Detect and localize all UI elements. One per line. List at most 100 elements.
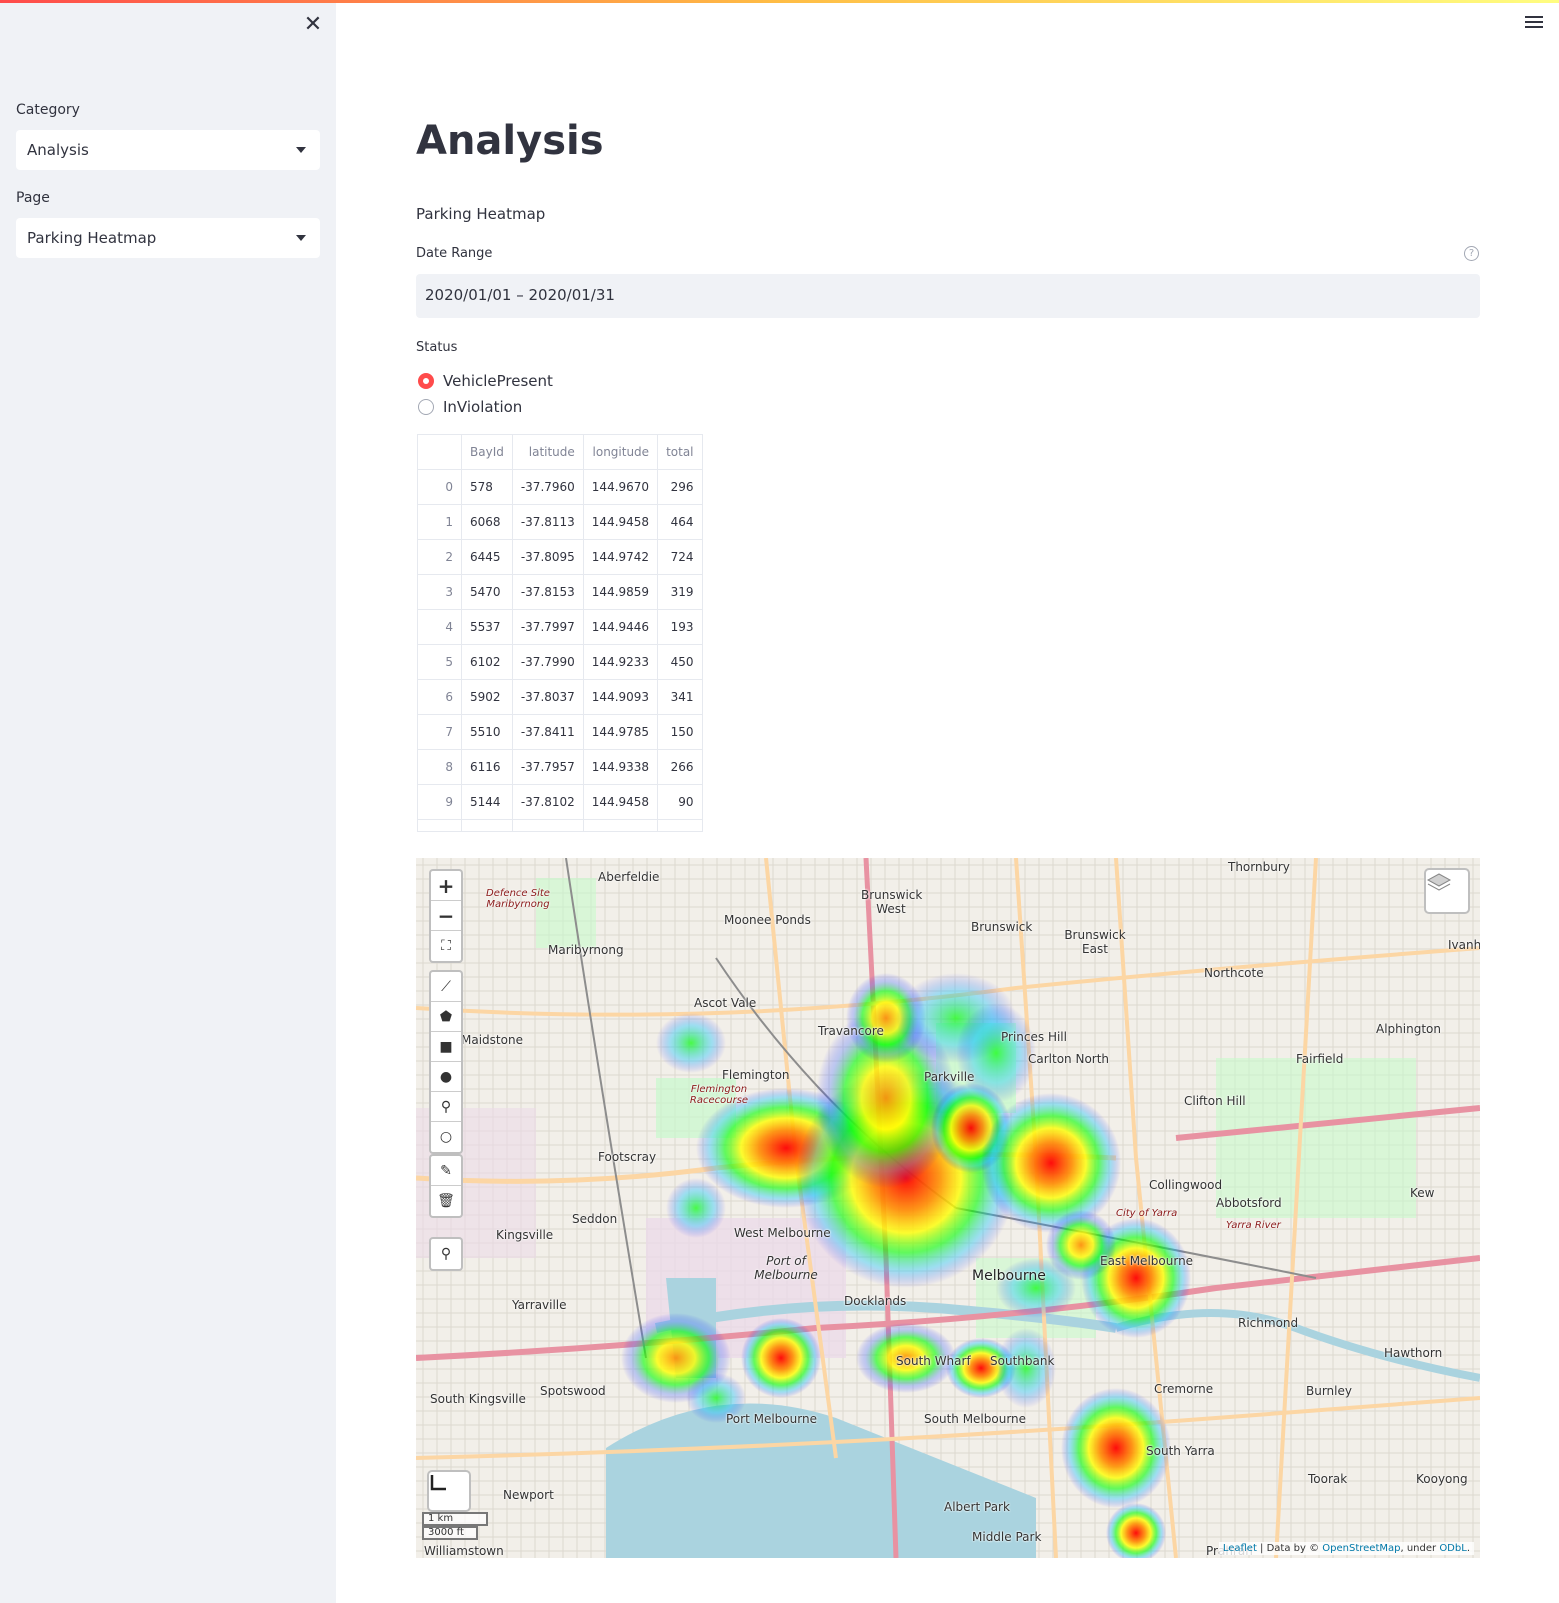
column-header[interactable]: longitude [582,434,659,470]
table-cell[interactable]: -37.8153 [511,574,584,610]
table-cell[interactable]: 150 [657,714,703,750]
table-cell[interactable]: 144.9446 [582,609,659,645]
table-cell[interactable]: 144.9338 [582,749,659,785]
draw-toolbar: ⟋ ⬟ ■ ● ⚲ ○ [429,970,463,1154]
place-label: Travancore [818,1024,884,1038]
table-cell[interactable]: 6445 [461,539,513,575]
row-index[interactable]: 2 [417,539,462,575]
table-row: 0 578 -37.7960 144.9670 296 [417,469,703,505]
table-cell[interactable]: -37.7957 [511,749,584,785]
table-cell[interactable]: 144.9670 [582,469,659,505]
row-index[interactable]: 4 [417,609,462,645]
table-cell[interactable]: 144.9233 [582,644,659,680]
table-cell[interactable]: 144.9093 [582,679,659,715]
edit-layers-icon[interactable]: ✎ [431,1156,461,1186]
table-cell[interactable]: 5537 [461,609,513,645]
page-select-value: Parking Heatmap [27,229,157,247]
row-index[interactable]: 6 [417,679,462,715]
table-cell[interactable]: 6068 [461,504,513,540]
table-cell[interactable]: 5510 [461,714,513,750]
table-cell[interactable]: 144.9742 [582,539,659,575]
draw-polygon-icon[interactable]: ⬟ [431,1002,461,1032]
table-cell[interactable]: 578 [461,469,513,505]
odbl-link[interactable]: ODbL [1439,1543,1467,1554]
zoom-out-button[interactable]: − [431,901,461,931]
place-label: Parkville [924,1070,975,1084]
table-cell[interactable]: 450 [657,644,703,680]
table-cell[interactable]: -37.7997 [511,609,584,645]
column-header[interactable]: total [657,434,703,470]
table-cell[interactable]: 144.9785 [582,714,659,750]
table-cell[interactable]: -37.7990 [511,644,584,680]
table-cell[interactable]: 464 [657,504,703,540]
table-cell[interactable]: -37.8037 [511,679,584,715]
table-cell[interactable]: 341 [657,679,703,715]
table-cell[interactable]: 724 [657,539,703,575]
place-label: Docklands [844,1294,907,1308]
table-cell[interactable]: 5144 [461,784,513,820]
table-cell[interactable]: -37.7960 [511,469,584,505]
draw-circlemarker-icon[interactable]: ○ [431,1122,461,1152]
row-index[interactable]: 0 [417,469,462,505]
row-index[interactable]: 5 [417,644,462,680]
index-header[interactable] [417,434,462,470]
table-cell [582,819,659,832]
help-icon[interactable]: ? [1464,246,1479,261]
table-cell[interactable]: 5470 [461,574,513,610]
table-cell[interactable]: -37.8411 [511,714,584,750]
table-cell[interactable]: 6102 [461,644,513,680]
leaflet-link[interactable]: Leaflet [1223,1543,1257,1554]
draw-polyline-icon[interactable]: ⟋ [431,972,461,1002]
table-cell[interactable]: 144.9458 [582,504,659,540]
table-cell[interactable]: 90 [657,784,703,820]
draw-circle-icon[interactable]: ● [431,1062,461,1092]
table-cell [657,819,703,832]
row-index[interactable]: 7 [417,714,462,750]
fullscreen-icon[interactable]: ⛶ [431,931,461,961]
table-cell[interactable]: -37.8095 [511,539,584,575]
place-label: Fairfield [1296,1052,1344,1066]
row-index[interactable]: 1 [417,504,462,540]
date-range-input[interactable]: 2020/01/01 – 2020/01/31 [416,274,1480,318]
draw-rectangle-icon[interactable]: ■ [431,1032,461,1062]
radio-vehicle-present[interactable]: VehiclePresent [418,372,553,390]
category-label: Category [16,102,80,118]
measure-icon[interactable] [427,1470,471,1512]
row-index[interactable]: 9 [417,784,462,820]
layers-icon[interactable] [1424,868,1470,914]
draw-marker-icon[interactable]: ⚲ [431,1092,461,1122]
data-table[interactable]: BayId latitude longitude total 0 578 -37.7960… [417,434,703,832]
place-label: South Kingsville [430,1392,526,1406]
table-cell[interactable]: 296 [657,469,703,505]
place-label: Kingsville [496,1228,554,1242]
osm-link[interactable]: OpenStreetMap [1322,1543,1400,1554]
table-cell[interactable]: -37.8102 [511,784,584,820]
table-cell[interactable]: 144.9458 [582,784,659,820]
scale-ft: 3000 ft [422,1526,478,1540]
hamburger-menu-icon[interactable] [1525,16,1543,32]
heatmap-map[interactable]: Aberfeldie Thornbury Brunswick West Moon… [416,858,1480,1558]
radio-in-violation[interactable]: InViolation [418,398,522,416]
category-select[interactable]: Analysis [16,130,320,170]
table-row: 7 5510 -37.8411 144.9785 150 [417,714,703,750]
page-select[interactable]: Parking Heatmap [16,218,320,258]
table-cell[interactable]: 193 [657,609,703,645]
table-cell[interactable]: 144.9859 [582,574,659,610]
search-icon[interactable]: ⚲ [431,1239,461,1269]
column-header[interactable]: latitude [511,434,584,470]
close-sidebar-button[interactable]: ✕ [302,14,324,36]
place-label: Ivanhoe [1448,938,1480,952]
row-index[interactable]: 8 [417,749,462,785]
column-header[interactable]: BayId [461,434,513,470]
table-cell[interactable]: 5902 [461,679,513,715]
table-cell[interactable]: 319 [657,574,703,610]
place-label: Brunswick West [861,888,923,916]
delete-layers-icon[interactable]: 🗑 [431,1186,461,1216]
table-cell[interactable]: -37.8113 [511,504,584,540]
table-cell[interactable]: 266 [657,749,703,785]
zoom-in-button[interactable]: + [431,871,461,901]
chevron-down-icon [296,235,306,241]
place-label: Carlton North [1028,1052,1110,1066]
table-cell[interactable]: 6116 [461,749,513,785]
row-index[interactable]: 3 [417,574,462,610]
